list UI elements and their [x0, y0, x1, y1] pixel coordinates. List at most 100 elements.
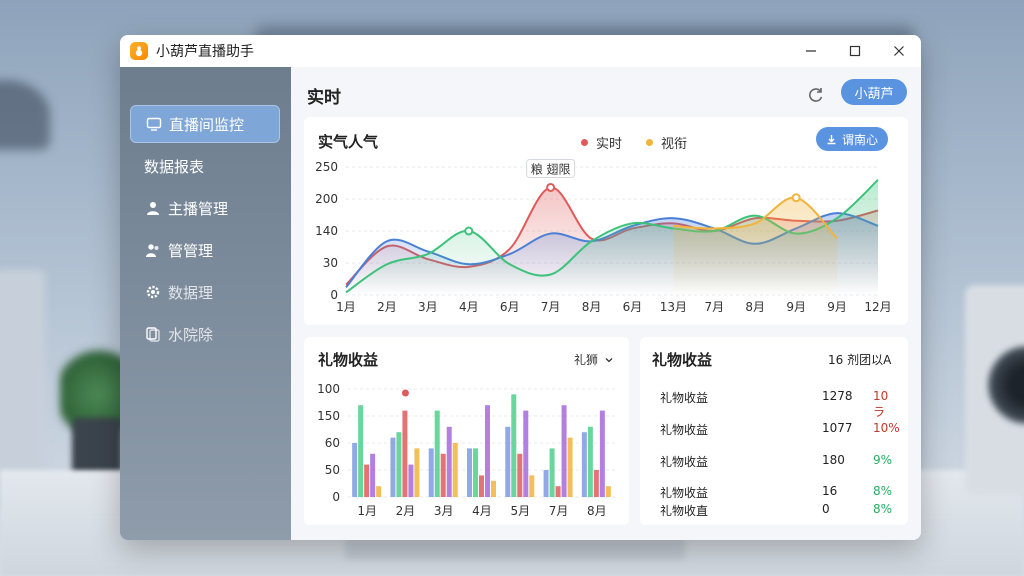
x-tick-label: 13月: [660, 300, 687, 314]
user-icon: [144, 199, 162, 217]
bar: [402, 410, 408, 497]
stat-percent: 10%: [873, 421, 900, 435]
x-tick-label: 7月: [549, 504, 569, 518]
x-tick-label: 8月: [582, 300, 602, 314]
monitor-icon: [145, 115, 163, 133]
copy-icon: [144, 325, 162, 343]
x-tick-label: 1月: [336, 300, 356, 314]
gift-stats-card: 礼物收益 16 剂团以A 礼物收益 1278 10ラ 礼物收益 1077 10%…: [640, 337, 908, 525]
stats-row: 礼物收益 1077 10%: [660, 421, 900, 441]
stat-percent: 8%: [873, 502, 893, 516]
y-tick-label: 30: [323, 256, 338, 270]
stat-percent: 9%: [873, 453, 893, 467]
sidebar-item-label: 水院除: [168, 325, 214, 344]
gift-revenue-bar-chart: 0 50 60 150 100 1月 2月 3月 4月 5月 7月 8月: [317, 382, 616, 518]
x-tick-label: 3月: [434, 504, 454, 518]
background-keyboard: [345, 538, 685, 560]
gift-stats-card-title: 礼物收益: [652, 351, 713, 369]
stat-name: 礼物收益: [660, 486, 709, 500]
stat-name: 礼物收直: [660, 504, 709, 518]
bar: [605, 486, 611, 497]
sidebar-item-label: 数据理: [168, 283, 214, 302]
bar: [408, 464, 414, 497]
x-tick-label: 6月: [500, 300, 520, 314]
x-tick-label: 4月: [459, 300, 479, 314]
x-tick-label: 6月: [623, 300, 643, 314]
stats-row: 礼物收益 180 9%: [660, 453, 900, 473]
sidebar-item-host-management[interactable]: 主播管理: [130, 189, 280, 227]
bar: [428, 448, 434, 497]
x-tick-label: 4月: [472, 504, 492, 518]
app-window: 小葫芦直播助手 直播间监控 数据报表 主播管理 管管理 数据理 水院除 实时 小…: [120, 35, 921, 540]
x-tick-label: 1月: [357, 504, 377, 518]
stat-value: 180: [822, 453, 845, 467]
background-lamp: [0, 80, 50, 150]
popularity-line-chart: 0301402002501月 2月 3月 4月 6月 7月 8月 6月 13月 7月 8月 9月 9月 1…: [315, 158, 892, 314]
close-icon: [894, 46, 904, 56]
bar: [549, 448, 555, 497]
sidebar-item-label: 数据报表: [144, 157, 205, 176]
bar: [543, 470, 549, 497]
x-tick-label: 12月: [864, 300, 891, 314]
maximize-button[interactable]: [833, 35, 877, 67]
stat-value: 1278: [822, 389, 853, 403]
bar: [491, 480, 496, 497]
bar: [473, 448, 478, 497]
bar: [446, 426, 452, 497]
bar: [581, 432, 587, 497]
gift-revenue-card: 礼物收益 礼狮 0 50 60 150 100 1月 2月 3月 4月 5月 7月 8月: [304, 337, 629, 525]
sidebar: 直播间监控 数据报表 主播管理 管管理 数据理 水院除: [120, 67, 291, 540]
sidebar-item-data-report[interactable]: 数据报表: [130, 147, 280, 185]
sidebar-item-label: 主播管理: [168, 199, 229, 218]
minimize-button[interactable]: [789, 35, 833, 67]
data-point: [791, 193, 801, 203]
stats-row: 礼物收益 16 8%: [660, 484, 900, 504]
x-tick-label: 3月: [418, 300, 438, 314]
y-tick-label: 140: [315, 224, 338, 238]
stat-percent: 10ラ: [873, 389, 889, 419]
bar: [390, 437, 396, 497]
x-tick-label: 9月: [786, 300, 806, 314]
bar: [396, 432, 402, 497]
bar: [370, 453, 376, 497]
bar: [505, 426, 511, 497]
bar: [599, 410, 605, 497]
refresh-icon[interactable]: [806, 85, 826, 105]
title-bar[interactable]: 小葫芦直播助手: [120, 35, 921, 67]
bar: [352, 443, 358, 497]
sidebar-item-live-monitor[interactable]: 直播间监控: [130, 105, 280, 143]
bar: [567, 437, 573, 497]
sidebar-item-label: 直播间监控: [169, 115, 245, 134]
stats-row: 礼物收益 1278 10ラ: [660, 389, 900, 419]
x-tick-label: 8月: [587, 504, 607, 518]
bar: [587, 426, 593, 497]
bar: [529, 475, 535, 497]
bar: [364, 464, 370, 497]
bar: [479, 475, 484, 497]
y-tick-label: 100: [317, 382, 340, 396]
user-button[interactable]: 小葫芦: [841, 79, 907, 105]
bar: [517, 453, 523, 497]
close-button[interactable]: [877, 35, 921, 67]
background-speaker-right: [965, 285, 1024, 495]
data-point: [464, 226, 474, 236]
x-tick-label: 2月: [396, 504, 416, 518]
x-tick-label: 5月: [510, 504, 530, 518]
sidebar-item-watermark-removal[interactable]: 水院除: [130, 315, 280, 353]
series-area: [673, 197, 838, 295]
stat-name: 礼物收益: [660, 391, 709, 405]
stat-value: 16: [822, 484, 838, 498]
y-tick-label: 200: [315, 192, 338, 206]
x-tick-label: 9月: [827, 300, 847, 314]
bar: [555, 486, 561, 497]
data-point: [401, 389, 409, 397]
sidebar-item-admin-management[interactable]: 管管理: [130, 231, 280, 269]
sidebar-item-label: 管管理: [168, 241, 214, 260]
x-tick-label: 7月: [541, 300, 561, 314]
sidebar-item-data-settings[interactable]: 数据理: [130, 273, 280, 311]
y-tick-label: 50: [325, 463, 340, 477]
data-point: [546, 182, 556, 192]
stat-value: 1077: [822, 421, 853, 435]
bar: [511, 394, 517, 497]
popularity-card: 实气人气 实时 视衔 谓南心 0 30 140 200 250 1月 2月 3月 4月 6月 7月 8…: [304, 117, 908, 325]
